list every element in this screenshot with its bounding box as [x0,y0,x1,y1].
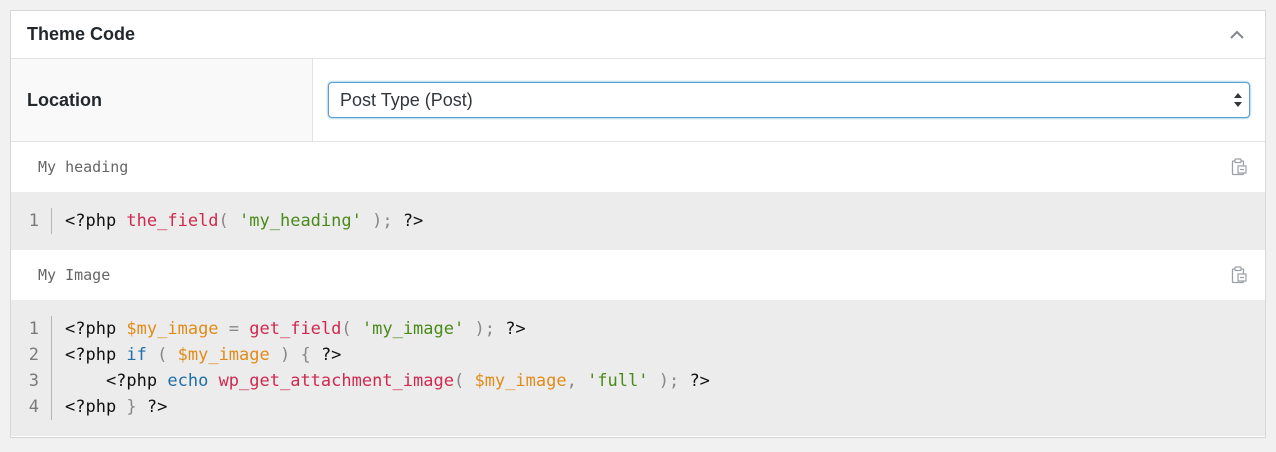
line-number: 2 [28,345,39,365]
code-text: <?php $my_image = get_field( 'my_image' … [65,319,526,339]
code-section-my-heading: My heading 1 <?php the_field( 'my_headin… [11,142,1265,250]
clipboard-icon[interactable] [1229,157,1249,177]
code-block: 1 <?php the_field( 'my_heading' ); ?> [11,192,1265,250]
code-title-row: My heading [11,142,1265,192]
code-text: <?php } ?> [65,397,168,417]
code-title-row: My Image [11,250,1265,300]
line-number: 1 [28,211,39,231]
code-text: <?php if ( $my_image ) { ?> [65,345,342,365]
line-number: 3 [28,371,39,391]
code-text: <?php the_field( 'my_heading' ); ?> [65,211,424,231]
location-select-cell: Post Type (Post) [313,59,1265,141]
code-line: 2 <?php if ( $my_image ) { ?> [11,342,1265,368]
line-number: 1 [28,319,39,339]
panel-title: Theme Code [27,24,136,44]
code-line: 3 <?php echo wp_get_attachment_image( $m… [11,368,1265,394]
clipboard-icon[interactable] [1229,265,1249,285]
location-label-cell: Location [11,59,313,141]
code-line: 1 <?php $my_image = get_field( 'my_image… [11,316,1265,342]
code-title: My heading [38,158,129,176]
location-label: Location [27,89,102,110]
code-text: <?php echo wp_get_attachment_image( $my_… [65,371,710,391]
location-select-value: Post Type (Post) [340,89,473,110]
code-line: 4 <?php } ?> [11,394,1265,420]
panel-header: Theme Code [11,11,1265,59]
code-block: 1 <?php $my_image = get_field( 'my_image… [11,300,1265,436]
code-title: My Image [38,266,111,284]
theme-code-panel: Theme Code Location Post Type (Post) My … [10,10,1266,438]
location-select[interactable]: Post Type (Post) [328,82,1250,118]
code-section-my-image: My Image 1 <?php $my_image = get_field( … [11,250,1265,436]
line-number: 4 [28,397,39,417]
code-line: 1 <?php the_field( 'my_heading' ); ?> [11,208,1265,234]
select-arrows-icon [1233,92,1243,108]
location-row: Location Post Type (Post) [11,59,1265,142]
chevron-up-icon[interactable] [1225,23,1249,47]
